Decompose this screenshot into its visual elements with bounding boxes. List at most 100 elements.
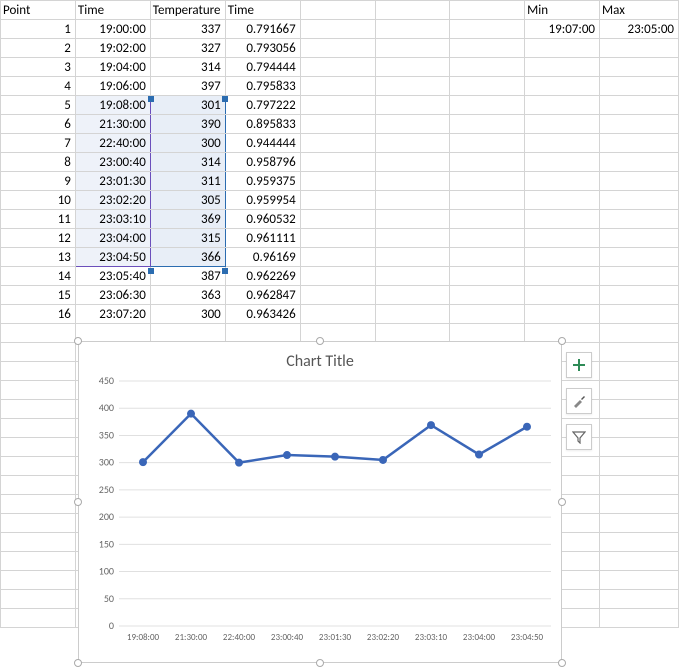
chart-resize-handle[interactable] bbox=[316, 337, 324, 345]
cell-empty[interactable] bbox=[1, 362, 76, 381]
cell-empty[interactable] bbox=[300, 172, 375, 191]
cell-empty[interactable] bbox=[525, 210, 600, 229]
cell-empty[interactable] bbox=[600, 552, 679, 571]
cell-empty[interactable] bbox=[525, 191, 600, 210]
cell-time2[interactable]: 0.793056 bbox=[225, 39, 300, 58]
cell-point[interactable]: 3 bbox=[1, 58, 76, 77]
cell-empty[interactable] bbox=[450, 1, 525, 20]
chart-elements-button[interactable] bbox=[566, 352, 592, 378]
cell-empty[interactable] bbox=[600, 248, 679, 267]
cell-empty[interactable] bbox=[375, 324, 450, 343]
cell-time2[interactable]: 0.963426 bbox=[225, 305, 300, 324]
cell-empty[interactable] bbox=[1, 343, 76, 362]
cell-empty[interactable] bbox=[375, 20, 450, 39]
cell-time2[interactable]: 0.791667 bbox=[225, 20, 300, 39]
cell-empty[interactable] bbox=[525, 286, 600, 305]
cell-time[interactable]: 21:30:00 bbox=[75, 115, 150, 134]
cell-empty[interactable] bbox=[525, 39, 600, 58]
cell-empty[interactable] bbox=[1, 457, 76, 476]
cell-empty[interactable] bbox=[450, 58, 525, 77]
cell-time2[interactable]: 0.958796 bbox=[225, 153, 300, 172]
chart-resize-handle[interactable] bbox=[558, 498, 566, 506]
cell-empty[interactable] bbox=[600, 77, 679, 96]
cell-empty[interactable] bbox=[375, 115, 450, 134]
cell-point[interactable]: 11 bbox=[1, 210, 76, 229]
cell-empty[interactable] bbox=[600, 476, 679, 495]
cell-empty[interactable] bbox=[600, 134, 679, 153]
cell-time2[interactable]: 0.960532 bbox=[225, 210, 300, 229]
cell-empty[interactable] bbox=[225, 324, 300, 343]
cell-empty[interactable] bbox=[525, 305, 600, 324]
cell-time[interactable]: 23:01:30 bbox=[75, 172, 150, 191]
cell-point[interactable]: 4 bbox=[1, 77, 76, 96]
cell-empty[interactable] bbox=[300, 1, 375, 20]
cell-empty[interactable] bbox=[600, 153, 679, 172]
cell-empty[interactable] bbox=[450, 305, 525, 324]
cell-empty[interactable] bbox=[375, 191, 450, 210]
cell-temperature[interactable]: 315 bbox=[150, 229, 225, 248]
cell-time[interactable]: 23:04:00 bbox=[75, 229, 150, 248]
cell-time2[interactable]: 0.96169 bbox=[225, 248, 300, 267]
cell-empty[interactable] bbox=[1, 381, 76, 400]
cell-empty[interactable] bbox=[1, 514, 76, 533]
cell-empty[interactable] bbox=[1, 609, 76, 628]
cell-temperature[interactable]: 300 bbox=[150, 305, 225, 324]
cell-empty[interactable] bbox=[375, 134, 450, 153]
chart-resize-handle[interactable] bbox=[74, 337, 82, 345]
cell-time[interactable]: 23:03:10 bbox=[75, 210, 150, 229]
cell-empty[interactable] bbox=[375, 305, 450, 324]
cell-empty[interactable] bbox=[450, 267, 525, 286]
cell-temperature[interactable]: 366 bbox=[150, 248, 225, 267]
cell-empty[interactable] bbox=[300, 134, 375, 153]
cell-empty[interactable] bbox=[300, 39, 375, 58]
cell-empty[interactable] bbox=[375, 153, 450, 172]
cell-time[interactable]: 23:07:20 bbox=[75, 305, 150, 324]
cell-point[interactable]: 6 bbox=[1, 115, 76, 134]
cell-empty[interactable] bbox=[525, 96, 600, 115]
cell-empty[interactable] bbox=[300, 20, 375, 39]
cell-empty[interactable] bbox=[450, 286, 525, 305]
cell-point[interactable]: 8 bbox=[1, 153, 76, 172]
cell-empty[interactable] bbox=[600, 400, 679, 419]
cell-time[interactable]: 22:40:00 bbox=[75, 134, 150, 153]
cell-empty[interactable] bbox=[525, 153, 600, 172]
cell-empty[interactable] bbox=[300, 305, 375, 324]
cell-time[interactable]: 23:05:40 bbox=[75, 267, 150, 286]
cell-empty[interactable] bbox=[300, 229, 375, 248]
chart-filters-button[interactable] bbox=[566, 424, 592, 450]
cell-empty[interactable] bbox=[1, 590, 76, 609]
cell-empty[interactable] bbox=[525, 58, 600, 77]
cell-time2[interactable]: 0.959954 bbox=[225, 191, 300, 210]
cell-empty[interactable] bbox=[600, 343, 679, 362]
cell-point[interactable]: 1 bbox=[1, 20, 76, 39]
cell-time[interactable]: 19:02:00 bbox=[75, 39, 150, 58]
cell-time2[interactable]: 0.944444 bbox=[225, 134, 300, 153]
cell-empty[interactable] bbox=[600, 229, 679, 248]
selection-handle[interactable] bbox=[222, 268, 228, 274]
cell-point[interactable]: 15 bbox=[1, 286, 76, 305]
cell-time2[interactable]: 0.795833 bbox=[225, 77, 300, 96]
cell-empty[interactable] bbox=[1, 571, 76, 590]
chart-resize-handle[interactable] bbox=[74, 659, 82, 667]
cell-time[interactable]: 23:04:50 bbox=[75, 248, 150, 267]
cell-empty[interactable] bbox=[600, 324, 679, 343]
cell-temperature[interactable]: 390 bbox=[150, 115, 225, 134]
cell-empty[interactable] bbox=[300, 153, 375, 172]
cell-empty[interactable] bbox=[1, 419, 76, 438]
cell-temperature[interactable]: 369 bbox=[150, 210, 225, 229]
cell-temperature[interactable]: 311 bbox=[150, 172, 225, 191]
cell-empty[interactable] bbox=[525, 134, 600, 153]
cell-temperature[interactable]: 300 bbox=[150, 134, 225, 153]
cell-empty[interactable] bbox=[525, 115, 600, 134]
cell-empty[interactable] bbox=[300, 286, 375, 305]
cell-temperature[interactable]: 337 bbox=[150, 20, 225, 39]
cell-empty[interactable] bbox=[600, 267, 679, 286]
cell-time2[interactable]: 0.794444 bbox=[225, 58, 300, 77]
cell-empty[interactable] bbox=[1, 533, 76, 552]
cell-empty[interactable] bbox=[600, 571, 679, 590]
cell-empty[interactable] bbox=[450, 172, 525, 191]
cell-temperature[interactable]: 397 bbox=[150, 77, 225, 96]
cell-empty[interactable] bbox=[375, 58, 450, 77]
embedded-chart[interactable]: Chart Title 0501001502002503003504004501… bbox=[78, 341, 562, 663]
cell-empty[interactable] bbox=[375, 267, 450, 286]
